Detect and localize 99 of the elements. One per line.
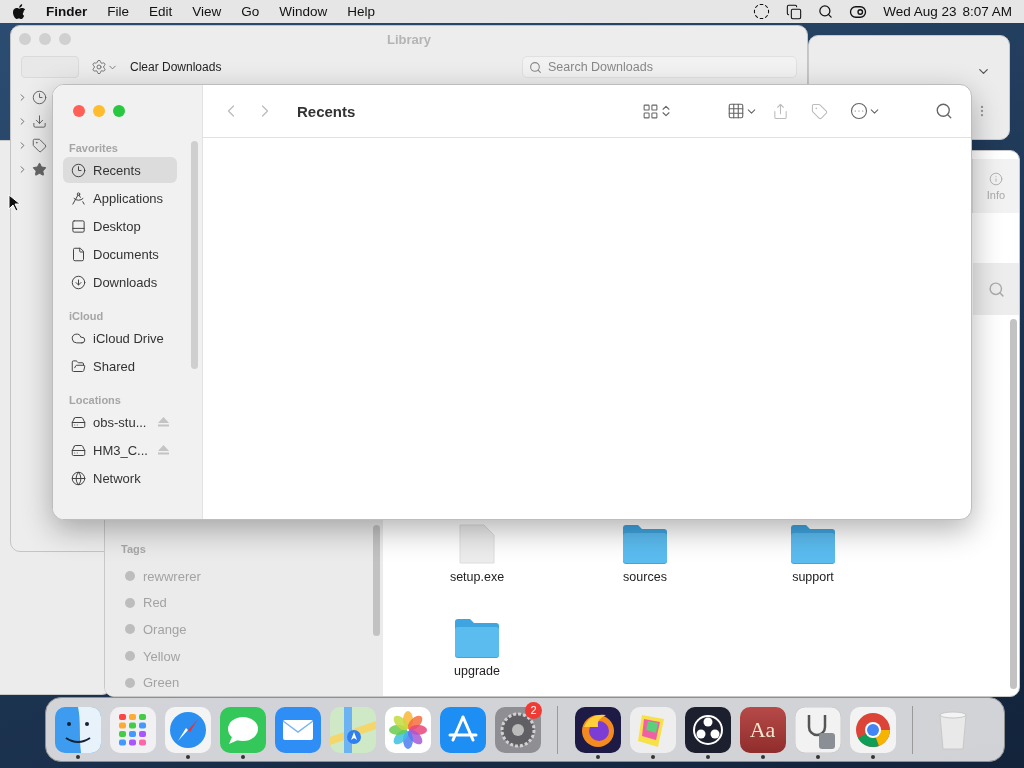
file-name[interactable]: support xyxy=(789,570,837,584)
tag-icon xyxy=(811,102,828,120)
close-button[interactable] xyxy=(73,105,85,117)
tag-button[interactable] xyxy=(811,102,828,120)
dictionary-icon[interactable]: Aa xyxy=(739,706,786,753)
grid-icon xyxy=(727,102,745,120)
minimize-button[interactable] xyxy=(93,105,105,117)
apple-icon[interactable] xyxy=(12,3,26,20)
search-icon xyxy=(529,60,542,74)
share-icon xyxy=(772,102,789,120)
download-icon xyxy=(71,274,86,290)
cloud-icon xyxy=(71,330,86,346)
sidebar-item[interactable]: Network xyxy=(63,465,177,491)
menu-item[interactable]: Help xyxy=(347,4,376,19)
clock-icon xyxy=(71,162,86,178)
speech-bubble-icon[interactable] xyxy=(219,706,266,753)
sidebar-item[interactable]: Recents xyxy=(63,157,177,183)
group-button[interactable] xyxy=(727,102,758,120)
window-title: Library xyxy=(386,31,432,47)
file-name[interactable]: sources xyxy=(620,570,670,584)
tag-dot xyxy=(125,571,135,582)
eject-icon[interactable] xyxy=(158,417,169,427)
globe-icon xyxy=(71,470,86,486)
menu-time[interactable]: 8:07 AM xyxy=(962,4,1012,19)
menu-item[interactable]: File xyxy=(107,4,130,19)
file-name[interactable]: upgrade xyxy=(451,664,503,678)
gear-icon xyxy=(91,59,107,75)
drive-icon xyxy=(71,414,86,430)
letter-a-icon[interactable] xyxy=(439,706,486,753)
stethoscope-icon[interactable] xyxy=(794,706,841,753)
folder-icon[interactable] xyxy=(790,524,836,564)
map-icon[interactable] xyxy=(329,706,376,753)
section-heading: iCloud xyxy=(68,309,105,324)
search-icon xyxy=(987,280,1005,298)
globe-icon[interactable] xyxy=(574,706,621,753)
window-title: Recents xyxy=(297,102,356,120)
star-icon xyxy=(32,161,47,177)
menu-item[interactable]: Go xyxy=(241,4,260,19)
pointer-icon xyxy=(8,194,20,212)
document-icon xyxy=(71,246,86,262)
scrollbar[interactable] xyxy=(373,525,380,636)
folder-icon xyxy=(71,358,86,374)
sidebar-item[interactable]: iCloud Drive xyxy=(63,325,177,351)
notification-badge: 2 xyxy=(525,701,542,719)
drive-icon xyxy=(71,442,86,458)
folder-icon[interactable] xyxy=(622,524,668,564)
aperture-icon[interactable] xyxy=(684,706,731,753)
ellipsis-icon xyxy=(850,102,868,120)
section-heading: Favorites xyxy=(68,141,119,156)
menu-item[interactable]: Finder xyxy=(46,4,88,19)
note-icon[interactable] xyxy=(629,706,676,753)
compass-icon xyxy=(71,190,86,206)
status-icon[interactable] xyxy=(753,3,771,20)
download-icon xyxy=(32,113,47,129)
placeholder-text: Search Downloads xyxy=(548,60,653,74)
section-heading: Tags xyxy=(121,543,147,555)
sidebar-item[interactable]: Desktop xyxy=(63,213,177,239)
gear-icon[interactable] xyxy=(494,706,541,753)
folder-icon[interactable] xyxy=(454,618,500,658)
zoom-button[interactable] xyxy=(113,105,125,117)
eject-icon[interactable] xyxy=(158,445,169,455)
menu-date[interactable]: Wed Aug 23 xyxy=(883,4,957,19)
menu-item[interactable]: View xyxy=(192,4,222,19)
scrollbar[interactable] xyxy=(191,141,198,369)
share-button[interactable] xyxy=(772,102,789,120)
sidebar-item[interactable]: Downloads xyxy=(63,269,177,295)
tag-dot xyxy=(125,677,135,688)
wheel-icon[interactable] xyxy=(849,706,896,753)
action-menu-button[interactable] xyxy=(91,59,118,75)
desktop-icon xyxy=(71,218,86,234)
clear-downloads-button[interactable]: Clear Downloads xyxy=(130,60,222,74)
envelope-icon[interactable] xyxy=(274,706,321,753)
more-button[interactable] xyxy=(850,102,881,120)
compass-icon[interactable] xyxy=(164,706,211,753)
sidebar-item[interactable]: Documents xyxy=(63,241,177,267)
flower-icon[interactable] xyxy=(384,706,431,753)
search-button[interactable] xyxy=(935,102,953,120)
sidebar-item[interactable]: obs-stu... xyxy=(63,409,177,435)
tag-dot xyxy=(125,651,135,662)
smiling-face-icon[interactable] xyxy=(54,706,101,753)
dots-grid-icon[interactable] xyxy=(109,706,156,753)
search-icon xyxy=(935,102,953,120)
windows-icon[interactable] xyxy=(786,3,803,20)
menu-item[interactable]: Edit xyxy=(149,4,173,19)
section-heading: Locations xyxy=(68,393,122,408)
sidebar-item[interactable]: HM3_C... xyxy=(63,437,177,463)
search-icon[interactable] xyxy=(818,4,834,19)
info-icon xyxy=(989,171,1003,186)
sidebar-item[interactable]: Shared xyxy=(63,353,177,379)
document-icon[interactable] xyxy=(459,524,495,564)
tag-dot xyxy=(125,597,135,608)
sidebar-item[interactable]: Applications xyxy=(63,185,177,211)
scrollbar[interactable] xyxy=(1010,319,1017,689)
file-name[interactable]: setup.exe xyxy=(446,570,508,584)
menu-item[interactable]: Window xyxy=(279,4,328,19)
tag-icon xyxy=(32,137,47,153)
clock-icon xyxy=(32,89,47,105)
grid-icon xyxy=(642,102,659,120)
tag-dot xyxy=(125,624,135,635)
